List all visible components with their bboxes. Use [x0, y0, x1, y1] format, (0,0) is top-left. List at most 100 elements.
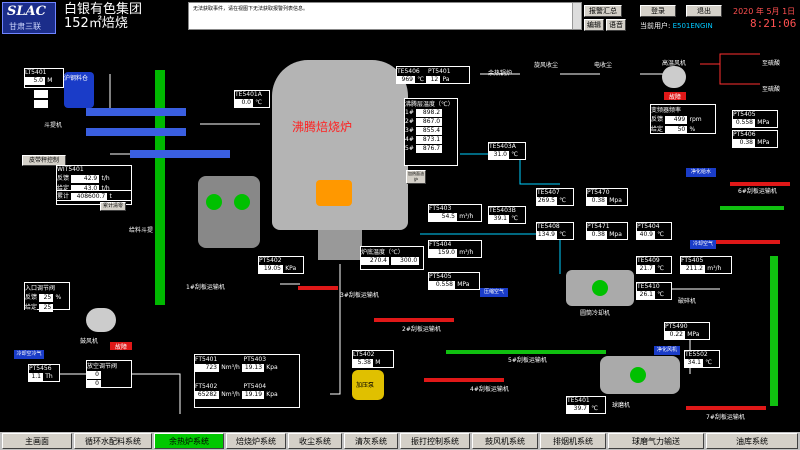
instrument-value: 34.1: [685, 359, 703, 367]
scraper-conveyor-2[interactable]: [374, 318, 454, 322]
cyclone-label: 旋风收尘: [534, 62, 559, 69]
instrument-value: 39.1: [489, 215, 509, 223]
instrument-value: 159.0: [429, 249, 457, 257]
instrument-unit: ℃: [511, 151, 518, 158]
layer-temp-label: 4#: [405, 136, 414, 143]
current-user-name: E501ENGIN: [672, 22, 713, 30]
feed-hopper[interactable]: [198, 176, 260, 248]
belt-conveyor-2[interactable]: [86, 128, 186, 136]
belt-conveyor-3[interactable]: [130, 150, 230, 158]
instrument-te5401-ball: TE5401 39.7 ℃: [566, 396, 606, 414]
wash-fan-button[interactable]: 净化风机: [654, 346, 680, 355]
instrument-unit: ℃: [591, 405, 598, 412]
exhaust-fan-icon[interactable]: [662, 66, 686, 88]
instrument-unit: ℃: [511, 215, 518, 222]
belt-conveyor-1[interactable]: [86, 108, 186, 116]
scraper-conveyor-4[interactable]: [424, 378, 504, 382]
event-message-box[interactable]: 无法获取事件，请在视图下无法获取报警列表信息。: [188, 2, 582, 30]
instrument-tag: PT5405: [733, 111, 777, 118]
nav-rapping[interactable]: 振打控制系统: [400, 433, 470, 449]
voice-button[interactable]: 语音: [606, 19, 626, 31]
nav-pneumatic[interactable]: 球磨气力输送: [608, 433, 704, 449]
instrument-tag: TE5410: [637, 283, 671, 290]
flow-value: 723: [195, 364, 219, 372]
cylinder-cooler[interactable]: [566, 270, 634, 306]
inlet-set-value[interactable]: 25: [39, 304, 54, 312]
blower-label: 鼓风机: [80, 338, 99, 345]
scraper-conveyor-7[interactable]: [686, 406, 766, 410]
login-button[interactable]: 登录: [640, 5, 676, 17]
elevator-label: 给料斗提: [129, 227, 154, 234]
nav-exhaust[interactable]: 排烟机系统: [540, 433, 606, 449]
edit-button[interactable]: 编辑: [584, 19, 604, 31]
vfd-set-value[interactable]: 50: [665, 126, 688, 134]
scraper-conveyor-red-b[interactable]: [716, 240, 780, 244]
intermediate-bin[interactable]: 加压泵: [352, 370, 384, 400]
nav-main[interactable]: 主画面: [2, 433, 72, 449]
hopper-fan-right-icon: [234, 194, 250, 210]
return-set-value[interactable]: 0: [87, 380, 101, 388]
instrument-unit: Mpa: [609, 231, 622, 238]
message-scrollbar[interactable]: [572, 3, 581, 29]
nav-oil[interactable]: 油库系统: [706, 433, 798, 449]
return-fb-value: 0: [87, 371, 101, 379]
flow-value: 19.19: [242, 391, 265, 399]
exit-button[interactable]: 退出: [686, 5, 722, 17]
layer-temp-title: 沸腾层温度（℃）: [405, 101, 454, 108]
instrument-unit: KPa: [285, 265, 297, 272]
instrument-tag: PT5406: [733, 131, 777, 138]
instrument-value: 21.7: [637, 265, 655, 273]
water-button[interactable]: 净化给水: [686, 168, 716, 177]
flow-unit: Nm³/h: [221, 364, 240, 371]
nav-waste-heat[interactable]: 余热炉系统: [154, 433, 224, 449]
silo[interactable]: 沪钢料仓: [64, 72, 94, 108]
instrument-unit: ℃: [657, 291, 664, 298]
instrument-value: 0.38: [733, 139, 755, 147]
instrument-te5408: TE5408 134.9 ℃: [536, 222, 574, 240]
flow-tag: PT5403: [243, 356, 267, 363]
cooler-fan-icon: [592, 280, 608, 296]
logo-subtext: 甘肃三联: [9, 22, 41, 31]
inlet-set-label: 给定: [25, 304, 38, 311]
bucket-elevator[interactable]: [155, 70, 165, 305]
compressed-air-button[interactable]: 压缩空气: [480, 288, 508, 297]
instrument-pt5402: PT5402 19.05 KPa: [258, 256, 304, 274]
cold-air-inlet-button[interactable]: 冷却空冷气: [14, 350, 44, 359]
instrument-tag: PT5404: [637, 223, 671, 230]
instrument-tag: LT5401: [25, 69, 63, 76]
vfd-set-label: 给定: [651, 126, 664, 133]
layer-temp-label: 2#: [405, 118, 414, 125]
nav-water[interactable]: 循环水配料系统: [74, 433, 152, 449]
current-user: 当前用户: E501ENGIN: [640, 21, 713, 31]
nav-blower[interactable]: 鼓风机系统: [472, 433, 538, 449]
vertical-conveyor[interactable]: [770, 256, 778, 406]
electro-label: 电收尘: [594, 62, 613, 69]
instrument-tag: PT5456: [29, 365, 59, 372]
company-logo: SLAC 甘肃三联: [2, 2, 56, 34]
instrument-unit: Mpa: [609, 197, 622, 204]
flow-tag: FT5402: [195, 383, 218, 390]
scraper-conveyor-green-a[interactable]: [720, 206, 784, 210]
scraper-conveyor-3[interactable]: [298, 286, 338, 290]
fan-vfd-panel: 变频器频率 反馈 499 rpm 给定 50 %: [650, 104, 716, 134]
scraper-conveyor-5[interactable]: [446, 350, 606, 354]
cold-air-button[interactable]: 冷却空气: [690, 240, 716, 249]
nav-clean[interactable]: 清灰系统: [344, 433, 398, 449]
seal-button[interactable]: 加热面油炉: [406, 170, 426, 184]
return-valve-panel: 放空调节阀 0 0: [86, 360, 132, 388]
ball-mill[interactable]: [600, 356, 680, 394]
instrument-value: 40.9: [637, 231, 655, 239]
instrument-unit: Pa: [442, 76, 450, 83]
blower-icon[interactable]: [86, 308, 116, 332]
roaster-furnace[interactable]: 沸腾焙烧炉: [272, 60, 408, 230]
silo-btn-a[interactable]: [34, 90, 48, 98]
silo-btn-b[interactable]: [34, 100, 48, 108]
nav-dust[interactable]: 收尘系统: [288, 433, 342, 449]
feed-clear-button[interactable]: 累计清零: [100, 202, 126, 211]
alarm-summary-button[interactable]: 报警汇总: [584, 5, 622, 17]
instrument-unit: M: [375, 359, 381, 366]
instrument-pt5405: PT5405 0.558 MPa: [428, 272, 480, 290]
nav-roaster[interactable]: 焙烧炉系统: [226, 433, 286, 449]
vfd-fb-value: 499: [665, 116, 688, 124]
current-user-label: 当前用户:: [640, 22, 671, 30]
